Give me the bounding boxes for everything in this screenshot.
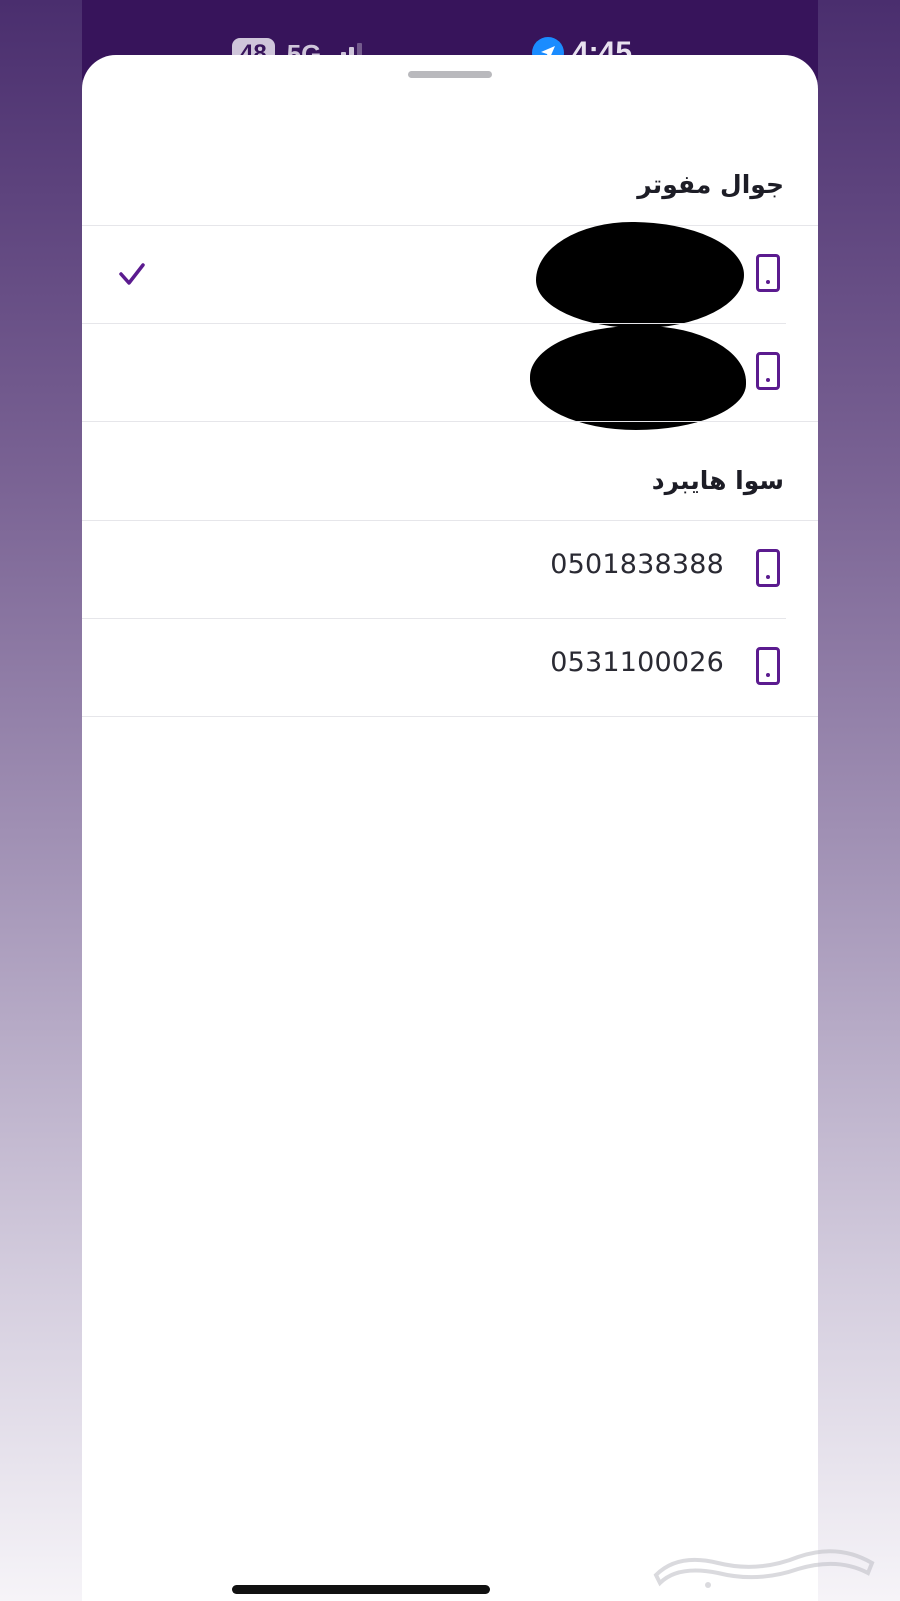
redaction-mark [536, 222, 744, 328]
divider [82, 716, 818, 717]
list-item[interactable] [82, 324, 818, 430]
section-title-sawa-hybrid: سوا هايبرد [651, 466, 784, 495]
redaction-mark [530, 326, 746, 430]
list-item[interactable] [82, 222, 818, 328]
phone-number: 0501838388 [550, 549, 724, 580]
home-indicator[interactable] [232, 1585, 490, 1594]
divider [82, 421, 818, 422]
checkmark-icon [119, 263, 145, 285]
phone-icon [756, 549, 780, 587]
phone-number: 0531100026 [550, 647, 724, 678]
list-item[interactable]: 0501838388 [82, 521, 818, 619]
sheet-grabber[interactable] [408, 71, 492, 78]
phone-icon [756, 254, 780, 292]
haraj-watermark-logo [653, 1549, 875, 1588]
list-item[interactable]: 0531100026 [82, 619, 818, 717]
number-picker-sheet: جوال مفوتر سوا هايبرد 0501838388 0531100… [82, 55, 818, 1601]
phone-icon [756, 647, 780, 685]
phone-icon [756, 352, 780, 390]
section-title-postpaid: جوال مفوتر [637, 170, 784, 199]
